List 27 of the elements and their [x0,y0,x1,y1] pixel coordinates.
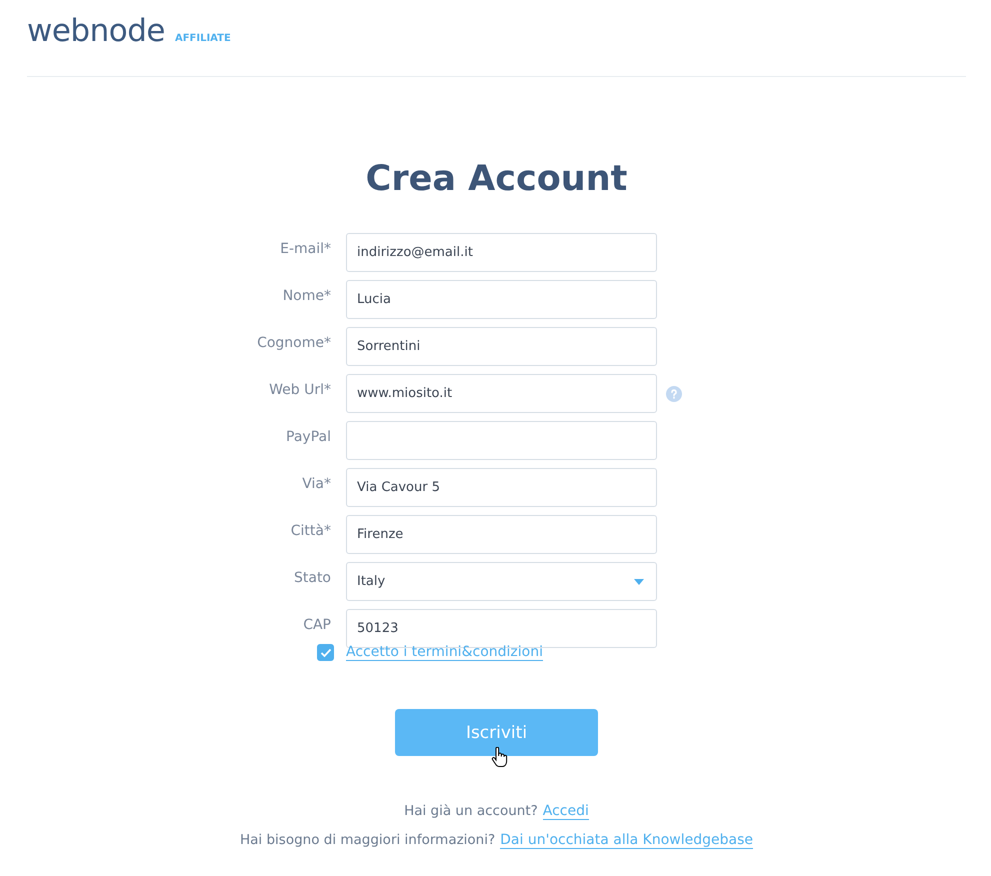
logo-tag: AFFILIATE [174,33,231,44]
field-label: Web Url* [268,382,332,398]
field-label: Città* [290,522,332,538]
caret-icon [634,578,644,584]
field-label: Nome* [282,288,332,304]
input-field[interactable]: Via Cavour 5 [346,468,657,507]
input-field[interactable] [346,421,657,460]
field-label: CAP [302,616,332,632]
footer-text: Hai già un account? [404,803,538,819]
terms-checkbox[interactable] [317,644,334,661]
page-title: Crea Account [364,158,628,201]
input-field[interactable]: indirizzo@email.it [346,233,657,272]
input-field[interactable]: www.miosito.it [346,374,657,413]
field-label: E-mail* [279,240,332,256]
footer-text: Hai bisogno di maggiori informazioni? [240,832,496,848]
input-field[interactable]: Sorrentini [346,327,657,366]
field-label: PayPal [285,428,332,444]
field-label: Stato [292,570,332,586]
field-label: Via* [301,476,332,492]
logo[interactable]: webnode [27,13,165,49]
help-icon[interactable] [666,386,682,402]
input-field[interactable]: Lucia [346,280,657,319]
country-select[interactable]: Italy [346,562,657,601]
check-icon [320,648,332,658]
input-field[interactable]: Firenze [346,515,657,554]
field-label: Cognome* [256,334,332,350]
hand-cursor-icon [491,747,508,769]
